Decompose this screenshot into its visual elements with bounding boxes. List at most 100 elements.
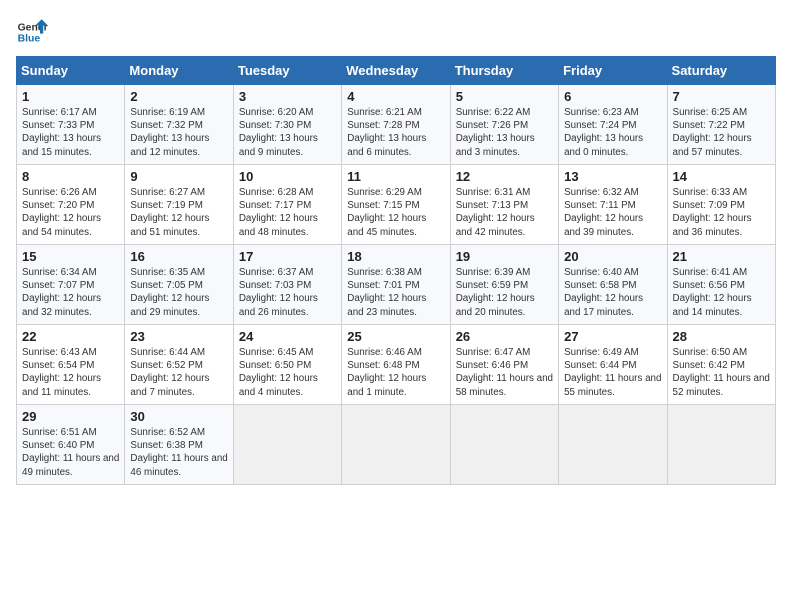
calendar-week-1: 1 Sunrise: 6:17 AMSunset: 7:33 PMDayligh… bbox=[17, 85, 776, 165]
calendar-cell bbox=[342, 405, 450, 485]
day-number: 28 bbox=[673, 329, 770, 344]
calendar-cell: 2 Sunrise: 6:19 AMSunset: 7:32 PMDayligh… bbox=[125, 85, 233, 165]
calendar-cell: 24 Sunrise: 6:45 AMSunset: 6:50 PMDaylig… bbox=[233, 325, 341, 405]
calendar-cell: 10 Sunrise: 6:28 AMSunset: 7:17 PMDaylig… bbox=[233, 165, 341, 245]
weekday-header-sunday: Sunday bbox=[17, 57, 125, 85]
svg-text:Blue: Blue bbox=[18, 34, 41, 45]
day-info: Sunrise: 6:40 AMSunset: 6:58 PMDaylight:… bbox=[564, 266, 661, 319]
calendar-cell: 15 Sunrise: 6:34 AMSunset: 7:07 PMDaylig… bbox=[17, 245, 125, 325]
calendar-cell: 5 Sunrise: 6:22 AMSunset: 7:26 PMDayligh… bbox=[450, 85, 558, 165]
day-number: 9 bbox=[130, 169, 227, 184]
day-number: 14 bbox=[673, 169, 770, 184]
weekday-header-tuesday: Tuesday bbox=[233, 57, 341, 85]
day-info: Sunrise: 6:51 AMSunset: 6:40 PMDaylight:… bbox=[22, 426, 119, 479]
day-info: Sunrise: 6:28 AMSunset: 7:17 PMDaylight:… bbox=[239, 186, 336, 239]
day-number: 24 bbox=[239, 329, 336, 344]
day-info: Sunrise: 6:33 AMSunset: 7:09 PMDaylight:… bbox=[673, 186, 770, 239]
day-number: 25 bbox=[347, 329, 444, 344]
calendar-cell: 11 Sunrise: 6:29 AMSunset: 7:15 PMDaylig… bbox=[342, 165, 450, 245]
day-number: 7 bbox=[673, 89, 770, 104]
calendar-week-5: 29 Sunrise: 6:51 AMSunset: 6:40 PMDaylig… bbox=[17, 405, 776, 485]
calendar-cell: 16 Sunrise: 6:35 AMSunset: 7:05 PMDaylig… bbox=[125, 245, 233, 325]
day-info: Sunrise: 6:29 AMSunset: 7:15 PMDaylight:… bbox=[347, 186, 444, 239]
logo: General Blue bbox=[16, 16, 48, 48]
day-number: 15 bbox=[22, 249, 119, 264]
calendar-cell: 13 Sunrise: 6:32 AMSunset: 7:11 PMDaylig… bbox=[559, 165, 667, 245]
calendar-cell: 1 Sunrise: 6:17 AMSunset: 7:33 PMDayligh… bbox=[17, 85, 125, 165]
calendar-table: SundayMondayTuesdayWednesdayThursdayFrid… bbox=[16, 56, 776, 485]
calendar-cell bbox=[450, 405, 558, 485]
day-info: Sunrise: 6:39 AMSunset: 6:59 PMDaylight:… bbox=[456, 266, 553, 319]
calendar-cell: 7 Sunrise: 6:25 AMSunset: 7:22 PMDayligh… bbox=[667, 85, 775, 165]
day-number: 21 bbox=[673, 249, 770, 264]
day-number: 16 bbox=[130, 249, 227, 264]
calendar-cell: 14 Sunrise: 6:33 AMSunset: 7:09 PMDaylig… bbox=[667, 165, 775, 245]
day-info: Sunrise: 6:44 AMSunset: 6:52 PMDaylight:… bbox=[130, 346, 227, 399]
day-number: 27 bbox=[564, 329, 661, 344]
day-number: 6 bbox=[564, 89, 661, 104]
day-number: 19 bbox=[456, 249, 553, 264]
calendar-cell: 3 Sunrise: 6:20 AMSunset: 7:30 PMDayligh… bbox=[233, 85, 341, 165]
page-header: General Blue bbox=[16, 16, 776, 48]
calendar-cell: 6 Sunrise: 6:23 AMSunset: 7:24 PMDayligh… bbox=[559, 85, 667, 165]
calendar-cell: 12 Sunrise: 6:31 AMSunset: 7:13 PMDaylig… bbox=[450, 165, 558, 245]
day-info: Sunrise: 6:25 AMSunset: 7:22 PMDaylight:… bbox=[673, 106, 770, 159]
day-number: 11 bbox=[347, 169, 444, 184]
day-number: 29 bbox=[22, 409, 119, 424]
day-info: Sunrise: 6:35 AMSunset: 7:05 PMDaylight:… bbox=[130, 266, 227, 319]
weekday-header-thursday: Thursday bbox=[450, 57, 558, 85]
weekday-header-wednesday: Wednesday bbox=[342, 57, 450, 85]
day-number: 1 bbox=[22, 89, 119, 104]
weekday-header-monday: Monday bbox=[125, 57, 233, 85]
weekday-header-saturday: Saturday bbox=[667, 57, 775, 85]
calendar-cell: 8 Sunrise: 6:26 AMSunset: 7:20 PMDayligh… bbox=[17, 165, 125, 245]
day-info: Sunrise: 6:27 AMSunset: 7:19 PMDaylight:… bbox=[130, 186, 227, 239]
calendar-cell: 29 Sunrise: 6:51 AMSunset: 6:40 PMDaylig… bbox=[17, 405, 125, 485]
calendar-cell: 21 Sunrise: 6:41 AMSunset: 6:56 PMDaylig… bbox=[667, 245, 775, 325]
day-number: 23 bbox=[130, 329, 227, 344]
calendar-cell: 26 Sunrise: 6:47 AMSunset: 6:46 PMDaylig… bbox=[450, 325, 558, 405]
day-number: 30 bbox=[130, 409, 227, 424]
calendar-cell: 4 Sunrise: 6:21 AMSunset: 7:28 PMDayligh… bbox=[342, 85, 450, 165]
day-info: Sunrise: 6:46 AMSunset: 6:48 PMDaylight:… bbox=[347, 346, 444, 399]
day-info: Sunrise: 6:21 AMSunset: 7:28 PMDaylight:… bbox=[347, 106, 444, 159]
day-info: Sunrise: 6:52 AMSunset: 6:38 PMDaylight:… bbox=[130, 426, 227, 479]
calendar-cell: 23 Sunrise: 6:44 AMSunset: 6:52 PMDaylig… bbox=[125, 325, 233, 405]
calendar-week-2: 8 Sunrise: 6:26 AMSunset: 7:20 PMDayligh… bbox=[17, 165, 776, 245]
day-info: Sunrise: 6:49 AMSunset: 6:44 PMDaylight:… bbox=[564, 346, 661, 399]
day-number: 5 bbox=[456, 89, 553, 104]
day-number: 13 bbox=[564, 169, 661, 184]
calendar-cell: 20 Sunrise: 6:40 AMSunset: 6:58 PMDaylig… bbox=[559, 245, 667, 325]
calendar-cell bbox=[233, 405, 341, 485]
day-number: 8 bbox=[22, 169, 119, 184]
day-number: 3 bbox=[239, 89, 336, 104]
day-number: 22 bbox=[22, 329, 119, 344]
calendar-cell: 25 Sunrise: 6:46 AMSunset: 6:48 PMDaylig… bbox=[342, 325, 450, 405]
day-info: Sunrise: 6:17 AMSunset: 7:33 PMDaylight:… bbox=[22, 106, 119, 159]
calendar-cell: 19 Sunrise: 6:39 AMSunset: 6:59 PMDaylig… bbox=[450, 245, 558, 325]
day-info: Sunrise: 6:43 AMSunset: 6:54 PMDaylight:… bbox=[22, 346, 119, 399]
day-number: 10 bbox=[239, 169, 336, 184]
calendar-cell: 22 Sunrise: 6:43 AMSunset: 6:54 PMDaylig… bbox=[17, 325, 125, 405]
day-info: Sunrise: 6:20 AMSunset: 7:30 PMDaylight:… bbox=[239, 106, 336, 159]
day-info: Sunrise: 6:23 AMSunset: 7:24 PMDaylight:… bbox=[564, 106, 661, 159]
weekday-header-row: SundayMondayTuesdayWednesdayThursdayFrid… bbox=[17, 57, 776, 85]
calendar-cell: 28 Sunrise: 6:50 AMSunset: 6:42 PMDaylig… bbox=[667, 325, 775, 405]
logo-icon: General Blue bbox=[16, 16, 48, 48]
calendar-cell bbox=[559, 405, 667, 485]
calendar-week-4: 22 Sunrise: 6:43 AMSunset: 6:54 PMDaylig… bbox=[17, 325, 776, 405]
day-info: Sunrise: 6:47 AMSunset: 6:46 PMDaylight:… bbox=[456, 346, 553, 399]
calendar-week-3: 15 Sunrise: 6:34 AMSunset: 7:07 PMDaylig… bbox=[17, 245, 776, 325]
day-number: 2 bbox=[130, 89, 227, 104]
day-info: Sunrise: 6:34 AMSunset: 7:07 PMDaylight:… bbox=[22, 266, 119, 319]
day-info: Sunrise: 6:31 AMSunset: 7:13 PMDaylight:… bbox=[456, 186, 553, 239]
calendar-cell: 9 Sunrise: 6:27 AMSunset: 7:19 PMDayligh… bbox=[125, 165, 233, 245]
day-info: Sunrise: 6:38 AMSunset: 7:01 PMDaylight:… bbox=[347, 266, 444, 319]
day-info: Sunrise: 6:19 AMSunset: 7:32 PMDaylight:… bbox=[130, 106, 227, 159]
day-number: 26 bbox=[456, 329, 553, 344]
day-number: 4 bbox=[347, 89, 444, 104]
calendar-cell bbox=[667, 405, 775, 485]
day-number: 12 bbox=[456, 169, 553, 184]
day-info: Sunrise: 6:32 AMSunset: 7:11 PMDaylight:… bbox=[564, 186, 661, 239]
day-number: 17 bbox=[239, 249, 336, 264]
